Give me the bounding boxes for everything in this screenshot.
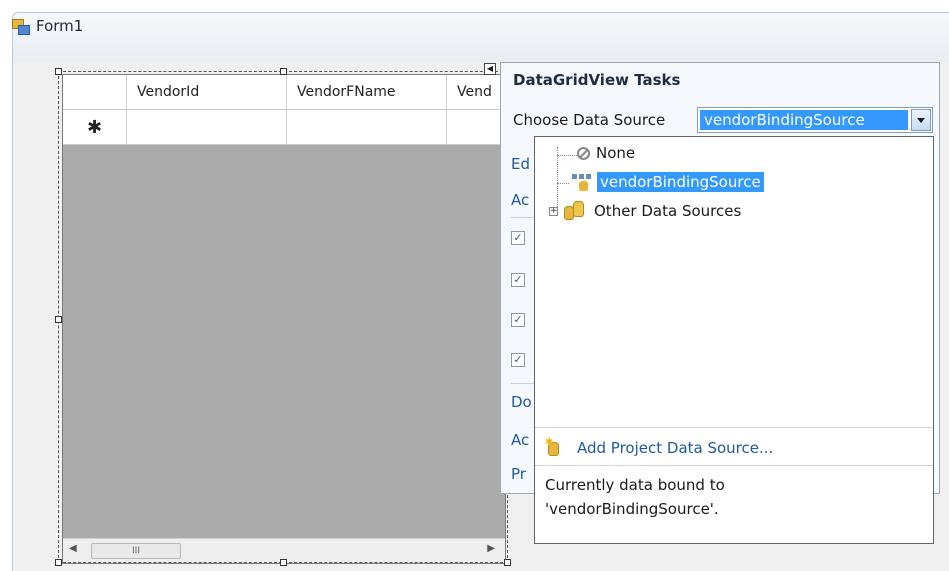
- grid-header-row: VendorId VendorFName Vend: [63, 75, 505, 110]
- data-grid-view[interactable]: VendorId VendorFName Vend ✱ ◀ III ▶: [62, 74, 506, 564]
- database-icon: [562, 200, 586, 222]
- resize-grip[interactable]: [55, 316, 62, 323]
- binding-status-line: Currently data bound to: [545, 476, 725, 494]
- combobox-dropdown-button[interactable]: [911, 109, 931, 131]
- tree-item-label: None: [596, 144, 636, 162]
- tree-item-label: Other Data Sources: [594, 202, 742, 220]
- new-row-marker-icon: ✱: [63, 110, 127, 144]
- tasks-panel-title: DataGridView Tasks: [513, 71, 681, 89]
- grid-cell[interactable]: [447, 110, 505, 144]
- tree-item-other-data-sources[interactable]: + Other Data Sources: [549, 200, 741, 222]
- choose-data-source-label: Choose Data Source: [513, 111, 666, 129]
- form-title: Form1: [36, 17, 84, 35]
- tasks-divider: [511, 383, 535, 384]
- dock-in-parent-link[interactable]: Do: [511, 393, 532, 411]
- binding-status-text: Currently data bound to 'vendorBindingSo…: [545, 473, 925, 521]
- scroll-right-arrow-icon[interactable]: ▶: [487, 543, 495, 554]
- enable-adding-checkbox[interactable]: ✓: [511, 231, 525, 245]
- binding-status-line: 'vendorBindingSource'.: [545, 500, 719, 518]
- tree-connector: [557, 155, 577, 156]
- resize-grip[interactable]: [55, 559, 62, 566]
- form-titlebar: Form1: [12, 14, 83, 38]
- grid-row-header-corner[interactable]: [63, 75, 127, 109]
- preview-data-link[interactable]: Pr: [511, 465, 526, 483]
- enable-editing-checkbox[interactable]: ✓: [511, 273, 525, 287]
- grid-cell[interactable]: [127, 110, 287, 144]
- scroll-left-arrow-icon[interactable]: ◀: [69, 543, 77, 554]
- enable-deleting-checkbox[interactable]: ✓: [511, 313, 525, 327]
- resize-grip[interactable]: [55, 68, 62, 75]
- column-header-vend[interactable]: Vend: [447, 75, 505, 109]
- tree-item-vendorbindingsource[interactable]: vendorBindingSource: [571, 172, 764, 192]
- grid-new-row[interactable]: ✱: [63, 110, 505, 145]
- data-source-combobox[interactable]: vendorBindingSource: [697, 107, 933, 133]
- add-project-data-source-link[interactable]: Add Project Data Source...: [577, 439, 773, 457]
- binding-source-icon: [571, 173, 593, 191]
- dropdown-divider: [535, 427, 933, 428]
- add-column-link[interactable]: Ac: [511, 191, 529, 209]
- expand-plus-icon[interactable]: +: [549, 206, 558, 216]
- resize-grip[interactable]: [280, 559, 287, 566]
- tree-item-label: vendorBindingSource: [597, 172, 764, 192]
- data-source-dropdown: None vendorBindingSource + Other Data So…: [534, 136, 934, 544]
- edit-columns-link[interactable]: Ed: [511, 155, 530, 173]
- chevron-down-icon: [917, 118, 925, 123]
- tasks-divider: [511, 217, 535, 218]
- data-source-combobox-value: vendorBindingSource: [700, 110, 908, 130]
- column-header-vendorid[interactable]: VendorId: [127, 75, 287, 109]
- enable-reordering-checkbox[interactable]: ✓: [511, 353, 525, 367]
- form-icon: [12, 17, 30, 35]
- none-icon: [577, 146, 590, 160]
- column-header-vendorfname[interactable]: VendorFName: [287, 75, 447, 109]
- smart-tag-glyph-icon[interactable]: ◀: [484, 63, 496, 75]
- tree-item-none[interactable]: None: [577, 144, 635, 162]
- add-data-source-icon: ✱: [545, 437, 561, 457]
- add-query-link[interactable]: Ac: [511, 431, 529, 449]
- grid-cell[interactable]: [287, 110, 447, 144]
- resize-grip[interactable]: [280, 68, 287, 75]
- scroll-thumb[interactable]: III: [91, 543, 181, 559]
- tree-connector: [557, 183, 569, 184]
- resize-grip[interactable]: [504, 559, 511, 566]
- designer-surface: Form1 VendorId VendorFName Vend ✱ ◀ III …: [0, 0, 949, 571]
- dropdown-divider: [535, 465, 933, 466]
